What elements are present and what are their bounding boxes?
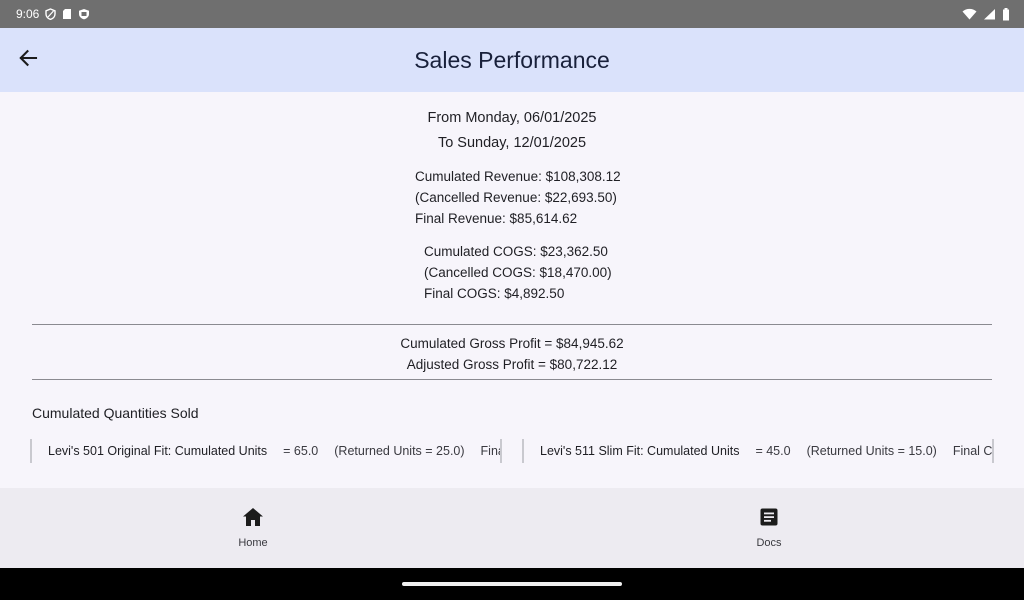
- bottom-navigation: Home Docs: [0, 488, 1024, 568]
- revenue-block: Cumulated Revenue: $108,308.12 (Cancelle…: [415, 166, 621, 229]
- nav-label-docs: Docs: [756, 537, 782, 549]
- wifi-icon: [962, 8, 977, 20]
- sim-card-icon: [62, 8, 72, 20]
- product-final-units: Fina: [480, 444, 500, 458]
- profit-block: Cumulated Gross Profit = $84,945.62 Adju…: [0, 333, 1024, 375]
- cumulated-revenue: Cumulated Revenue: $108,308.12: [415, 169, 621, 184]
- nav-item-docs[interactable]: Docs: [709, 488, 829, 568]
- status-bar-left: 9:06: [16, 7, 90, 21]
- cancelled-revenue: (Cancelled Revenue: $22,693.50): [415, 190, 617, 205]
- product-chip[interactable]: Levi's 511 Slim Fit: Cumulated Units = 4…: [522, 439, 994, 463]
- back-button[interactable]: [12, 44, 44, 76]
- status-time: 9:06: [16, 7, 40, 21]
- status-bar: 9:06: [0, 0, 1024, 28]
- app-bar: Sales Performance: [0, 28, 1024, 92]
- cogs-block: Cumulated COGS: $23,362.50 (Cancelled CO…: [424, 241, 612, 304]
- product-returned-units: (Returned Units = 25.0): [334, 444, 465, 458]
- status-bar-right: [962, 7, 1010, 21]
- system-gesture-bar: [0, 568, 1024, 600]
- battery-icon: [1002, 7, 1010, 21]
- quantities-section-title: Cumulated Quantities Sold: [32, 405, 199, 421]
- product-returned-units: (Returned Units = 15.0): [806, 444, 937, 458]
- product-chip[interactable]: Levi's 501 Original Fit: Cumulated Units…: [30, 439, 502, 463]
- divider-top: [32, 324, 992, 325]
- from-date: From Monday, 06/01/2025: [427, 110, 597, 126]
- product-final-units: Final Cu: [952, 444, 993, 458]
- report-content: From Monday, 06/01/2025 To Sunday, 12/01…: [0, 92, 1024, 488]
- shield-icon: [45, 8, 57, 20]
- final-cogs: Final COGS: $4,892.50: [424, 286, 565, 301]
- cumulated-gross-profit: Cumulated Gross Profit = $84,945.62: [400, 336, 624, 351]
- cumulated-cogs: Cumulated COGS: $23,362.50: [424, 244, 608, 259]
- product-name: Levi's 501 Original Fit: Cumulated Units: [48, 444, 268, 458]
- arrow-back-icon: [18, 48, 38, 73]
- divider-bottom: [32, 379, 992, 380]
- product-units: = 65.0: [283, 444, 319, 458]
- gesture-handle[interactable]: [402, 582, 622, 586]
- docs-icon: [759, 488, 779, 532]
- final-revenue: Final Revenue: $85,614.62: [415, 211, 578, 226]
- home-icon: [242, 488, 264, 532]
- security-badge-icon: [78, 8, 90, 20]
- product-units: = 45.0: [755, 444, 791, 458]
- to-date: To Sunday, 12/01/2025: [437, 135, 587, 151]
- nav-label-home: Home: [238, 537, 268, 549]
- cancelled-cogs: (Cancelled COGS: $18,470.00): [424, 265, 612, 280]
- page-title: Sales Performance: [414, 46, 610, 73]
- signal-icon: [983, 8, 996, 20]
- adjusted-gross-profit: Adjusted Gross Profit = $80,722.12: [406, 357, 618, 372]
- nav-item-home[interactable]: Home: [193, 488, 313, 568]
- product-name: Levi's 511 Slim Fit: Cumulated Units: [540, 444, 740, 458]
